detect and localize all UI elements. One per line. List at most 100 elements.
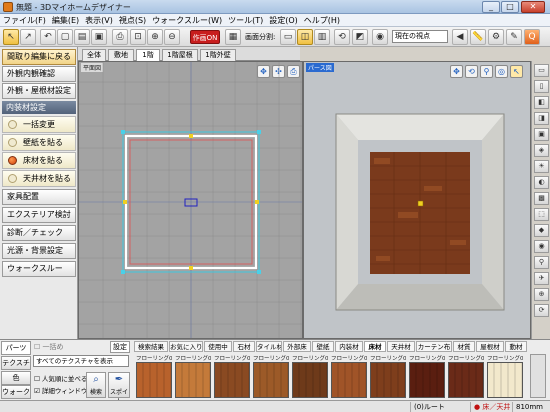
viewpoint-select[interactable]: 現在の視点 [392,30,448,43]
category-tab[interactable]: 天井材 [387,341,415,352]
view-left-icon[interactable]: ◧ [534,96,549,109]
settings-gear-icon[interactable]: ⚙ [488,29,504,45]
detail-window-checkbox[interactable]: ☑ 詳細ウィンドウ [34,385,87,395]
texture-swatch[interactable] [175,362,211,398]
perspective-view[interactable]: パース図 ✥ ⟲ ⚲ ◎ ↖ [303,61,531,339]
side-tab-parts[interactable]: パーツ [1,341,31,355]
menu-view[interactable]: 表示(V) [82,14,116,27]
side-tab-texture[interactable]: テクスチャ [1,356,31,379]
menu-viewpoint[interactable]: 視点(S) [116,14,149,27]
category-tab[interactable]: 床材 [364,341,386,352]
category-tab[interactable]: 屋根材 [476,341,504,352]
print-icon[interactable]: ⎙ [112,29,128,45]
maximize-button[interactable]: □ [501,1,519,13]
category-tab[interactable]: タイル材 [256,341,282,352]
view-bird-icon[interactable]: ◈ [534,144,549,157]
undo-icon[interactable]: ↶ [40,29,56,45]
pointer-icon[interactable]: ↗ [20,29,36,45]
menu-edit[interactable]: 編集(E) [49,14,82,27]
view-rotate-icon[interactable]: ⟲ [334,29,350,45]
zoom-icon[interactable]: ⊕ [534,288,549,301]
texture-swatch[interactable] [136,362,172,398]
exterior-study-button[interactable]: エクステリア検討 [2,207,76,223]
shadow-icon[interactable]: ◐ [534,176,549,189]
walk-icon[interactable]: ⚲ [534,256,549,269]
capture-icon[interactable]: ◉ [534,240,549,253]
texture-filter-select[interactable]: すべてのテクスチャを表示 [33,355,129,367]
menu-file[interactable]: ファイル(F) [0,14,49,27]
camera-icon[interactable]: ◉ [372,29,388,45]
fly-icon[interactable]: ✈ [534,272,549,285]
category-tab[interactable]: カーテン布 [416,341,452,352]
bulk-change-button[interactable]: 一括変更 [2,116,76,133]
draw-on-badge[interactable]: 作画ON [190,30,220,44]
save-icon[interactable]: ▣ [91,29,107,45]
select-arrow-icon[interactable]: ↖ [3,29,19,45]
qa-icon[interactable]: Q [524,29,540,45]
new-file-icon[interactable]: ▢ [57,29,73,45]
side-tab-color[interactable]: 色 [1,371,31,385]
texture-swatch[interactable] [409,362,445,398]
category-tab[interactable]: 動材 [505,341,527,352]
grid-icon[interactable]: ▦ [225,29,241,45]
settings-button[interactable]: 設定 [110,341,130,353]
bulk-search-checkbox[interactable]: ☐ 一括め [34,342,86,353]
view-back-icon[interactable]: ▯ [534,80,549,93]
texture-swatch[interactable] [253,362,289,398]
texture-swatch[interactable] [331,362,367,398]
view-mode-icon[interactable]: ◩ [352,29,368,45]
menu-help[interactable]: ヘルプ(H) [301,14,343,27]
tab-floor1-roof[interactable]: 1階屋根 [162,49,198,61]
split-single-icon[interactable]: ▭ [280,29,296,45]
side-tab-walk[interactable]: ウォーク [1,385,31,399]
zoom-fit-icon[interactable]: ⊡ [130,29,146,45]
view-top-icon[interactable]: ▣ [534,128,549,141]
category-tab[interactable]: お気に入り [169,341,203,352]
view-front-icon[interactable]: ▭ [534,64,549,77]
swatch-scrollbar[interactable] [530,354,546,398]
texture-toggle-icon[interactable]: ▩ [534,192,549,205]
wireframe-icon[interactable]: ⬚ [534,208,549,221]
texture-swatch[interactable] [292,362,328,398]
split-two-icon[interactable]: ◫ [297,29,313,45]
plan-view[interactable]: 平面図 ✥ ✣ ⎙ [78,61,303,339]
render-icon[interactable]: ◆ [534,224,549,237]
menu-walkthrough[interactable]: ウォークスルー(W) [149,14,225,27]
zoom-in-icon[interactable]: ⊕ [147,29,163,45]
split-vertical-icon[interactable]: ▥ [314,29,330,45]
reset-view-icon[interactable]: ⟳ [534,304,549,317]
category-tab[interactable]: 内装材 [335,341,363,352]
tab-floor1-exterior-wall[interactable]: 1階外壁 [200,49,236,61]
apply-wallpaper-button[interactable]: 壁紙を貼る [2,134,76,151]
texture-swatch[interactable] [370,362,406,398]
measure-icon[interactable]: 📏 [470,29,486,45]
tab-site[interactable]: 敷地 [108,49,134,61]
view-right-icon[interactable]: ◨ [534,112,549,125]
tab-all[interactable]: 全体 [82,49,106,61]
light-icon[interactable]: ☀ [534,160,549,173]
exterior-interior-check-button[interactable]: 外観内観確認 [2,66,76,82]
exterior-roof-material-button[interactable]: 外観・屋根材設定 [2,83,76,99]
tools-icon[interactable]: ✎ [506,29,522,45]
category-tab[interactable]: 使用中 [204,341,232,352]
tab-floor1[interactable]: 1階 [136,49,160,61]
category-tab[interactable]: 検索結果 [134,341,168,352]
texture-swatch[interactable] [487,362,523,398]
furniture-placement-button[interactable]: 家具配置 [2,189,76,205]
texture-swatch[interactable] [448,362,484,398]
back-to-layout-button[interactable]: 間取り編集に戻る [2,49,76,65]
category-tab[interactable]: 外部床 [283,341,311,352]
menu-settings[interactable]: 設定(O) [266,14,301,27]
zoom-out-icon[interactable]: ⊖ [164,29,180,45]
light-background-button[interactable]: 光源・背景設定 [2,243,76,259]
walkthrough-button[interactable]: ウォークスルー [2,261,76,277]
minimize-button[interactable]: _ [482,1,500,13]
open-folder-icon[interactable]: ▤ [74,29,90,45]
viewpoint-prev-icon[interactable]: ◀ [452,29,468,45]
search-button[interactable]: ⌕ 検索 [86,372,106,398]
texture-swatch[interactable] [214,362,250,398]
diagnosis-check-button[interactable]: 診断／チェック [2,225,76,241]
category-tab[interactable]: 石材 [233,341,255,352]
menu-tools[interactable]: ツール(T) [225,14,266,27]
popular-order-checkbox[interactable]: ☐ 人気順に並べる [34,373,87,383]
